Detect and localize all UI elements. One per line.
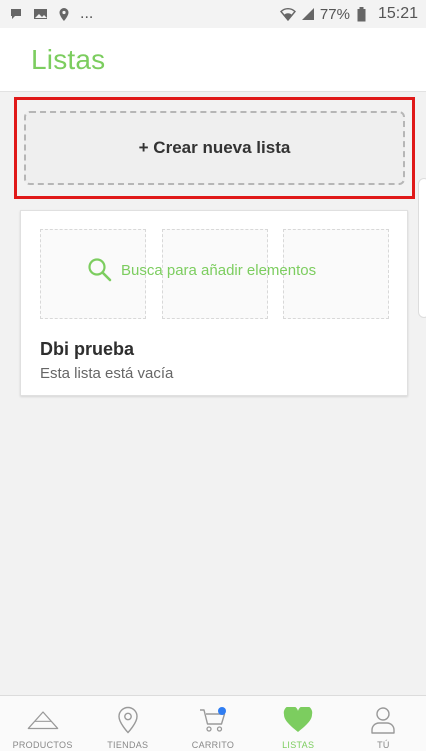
nav-item-tu[interactable]: TÚ <box>341 696 426 751</box>
cart-icon <box>197 705 229 735</box>
nav-item-tiendas[interactable]: TIENDAS <box>85 696 170 751</box>
app-header: Listas <box>0 28 426 92</box>
page-title: Listas <box>31 43 106 75</box>
nav-item-carrito[interactable]: CARRITO <box>170 696 255 751</box>
search-hint-text: Busca para añadir elementos <box>121 261 317 279</box>
create-list-highlight: + Crear nueva lista <box>14 97 415 199</box>
search-to-add-link[interactable]: Busca para añadir elementos <box>87 257 316 283</box>
nav-item-productos[interactable]: PRODUCTOS <box>0 696 85 751</box>
create-new-list-button[interactable]: + Crear nueva lista <box>24 111 405 185</box>
heart-icon <box>282 705 314 735</box>
list-card[interactable]: Busca para añadir elementos Dbi prueba E… <box>20 210 408 396</box>
search-icon <box>87 257 113 283</box>
nav-label: CARRITO <box>191 740 235 750</box>
adjacent-card-edge[interactable] <box>418 178 426 318</box>
status-left: ... <box>8 5 93 23</box>
nav-label: LISTAS <box>282 740 315 750</box>
more-notifications-ellipsis: ... <box>80 5 94 22</box>
location-notification-icon <box>56 6 72 22</box>
map-pin-icon <box>112 705 144 735</box>
nav-label: TIENDAS <box>107 740 149 750</box>
nav-item-listas[interactable]: LISTAS <box>256 696 341 751</box>
bottom-navigation: PRODUCTOS TIENDAS CARRITO LISTAS TÚ <box>0 695 426 751</box>
user-icon <box>367 705 399 735</box>
battery-percentage: 77% <box>319 5 350 23</box>
list-status: Esta lista está vacía <box>40 365 174 382</box>
signal-icon <box>300 6 316 22</box>
list-title: Dbi prueba <box>40 339 135 359</box>
clock: 15:21 <box>377 5 418 22</box>
battery-icon <box>354 6 370 22</box>
nav-label: TÚ <box>377 740 390 750</box>
cart-notification-dot <box>218 707 226 715</box>
triangle-icon <box>27 705 59 735</box>
wifi-icon <box>279 6 296 22</box>
chat-notification-icon <box>8 6 24 22</box>
image-notification-icon <box>32 6 48 22</box>
nav-label: PRODUCTOS <box>12 740 73 750</box>
status-bar: ... 77% 15:21 <box>0 0 426 28</box>
status-right: 77% 15:21 <box>279 5 418 23</box>
